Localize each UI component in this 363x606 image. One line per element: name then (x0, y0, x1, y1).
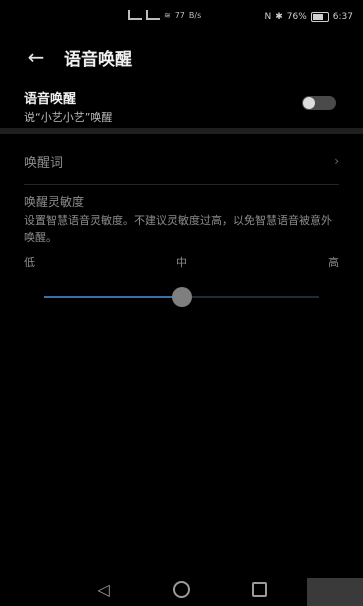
voice-wakeup-subtitle: 说“小艺小艺”唤醒 (24, 111, 113, 124)
battery-icon (310, 12, 329, 22)
wake-word-label: 唤醒词 (24, 155, 64, 171)
section-divider (0, 128, 363, 134)
bluetooth-icon: ✱ (275, 12, 283, 22)
signal-icon (128, 10, 142, 20)
home-circle (173, 580, 190, 598)
voice-wakeup-toggle[interactable] (302, 96, 336, 110)
sensitivity-scale-labels: 低 中 高 (24, 254, 339, 270)
slider-thumb[interactable] (171, 287, 192, 307)
voice-wakeup-label: 语音唤醒 (24, 92, 77, 107)
sensitivity-section: 唤醒灵敏度 设置智慧语音灵敏度。不建议灵敏度过高，以免智慧语音被意外唤醒。 (24, 193, 339, 246)
triangle-back-icon[interactable]: ◁ (94, 579, 114, 599)
circle-home-icon[interactable] (172, 579, 192, 599)
status-left-icons: ≋ 77 B/s (128, 10, 201, 20)
corner-overlay (307, 578, 363, 606)
status-bar: ≋ 77 B/s N ✱ 76% 6:37 (0, 0, 363, 34)
nfc-icon: N (264, 12, 272, 22)
header: ← 语音唤醒 (0, 40, 363, 74)
recent-square (252, 581, 267, 597)
scale-high-label: 高 (328, 256, 339, 269)
sensitivity-slider[interactable] (44, 287, 319, 307)
chevron-right-icon: › (334, 154, 339, 168)
wake-word-row[interactable]: 唤醒词 › (24, 148, 339, 174)
scale-mid-label: 中 (176, 256, 187, 269)
scale-low-label: 低 (24, 256, 35, 269)
wifi-icon: ≋ (164, 10, 171, 20)
arrow-left-icon[interactable]: ← (24, 45, 48, 69)
status-time: 6:37 (332, 12, 353, 22)
row-divider (24, 184, 339, 185)
square-recent-icon[interactable] (250, 579, 270, 599)
signal-icon-2 (146, 10, 160, 20)
sensitivity-title: 唤醒灵敏度 (24, 195, 85, 209)
sensitivity-description: 设置智慧语音灵敏度。不建议灵敏度过高，以免智慧语音被意外唤醒。 (24, 214, 332, 244)
toggle-knob (303, 97, 315, 109)
battery-percent: 76% (286, 12, 307, 22)
status-right-icons: N ✱ 76% 6:37 (264, 12, 353, 22)
network-speed-value: 77 (174, 10, 185, 20)
network-speed-unit: B/s (188, 10, 202, 20)
slider-fill (44, 296, 182, 298)
page-title: 语音唤醒 (64, 49, 132, 70)
voice-wakeup-row[interactable]: 语音唤醒 说“小艺小艺”唤醒 (24, 88, 339, 126)
